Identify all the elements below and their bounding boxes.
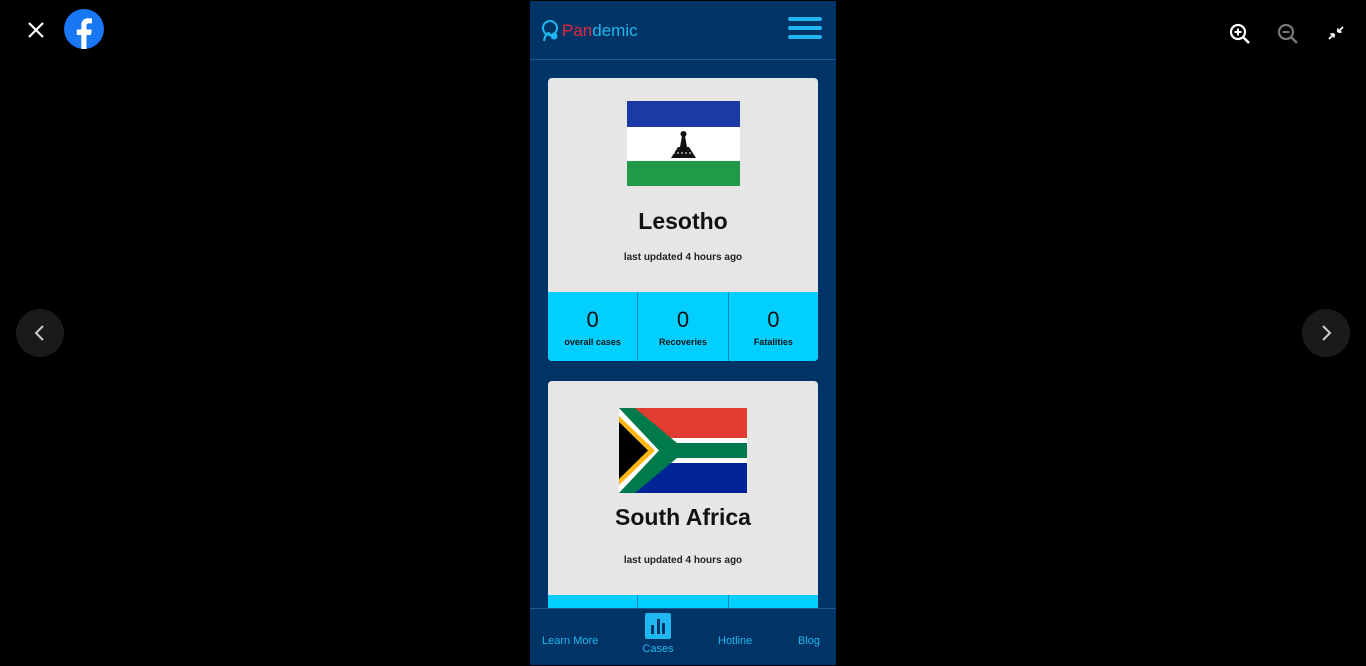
logo-text-demic: demic	[592, 21, 638, 40]
chevron-right-icon	[1322, 325, 1332, 341]
zoom-out-button[interactable]	[1268, 14, 1308, 54]
stat-overall-cases: 0 overall cases	[548, 292, 639, 361]
south-africa-flag-icon	[619, 408, 747, 493]
facebook-logo-icon	[64, 9, 104, 49]
stat-value: 0	[676, 306, 690, 332]
nav-learn-more[interactable]: Learn More	[542, 635, 598, 647]
zoom-out-icon	[1277, 23, 1298, 44]
virus-person-icon	[542, 20, 558, 42]
hamburger-menu-icon	[788, 17, 822, 21]
last-updated-text: last updated 4 hours ago	[623, 252, 743, 263]
next-button[interactable]	[1302, 309, 1350, 357]
exit-fullscreen-icon	[1328, 26, 1344, 40]
country-name: Lesotho	[638, 208, 728, 234]
country-name: South Africa	[615, 504, 751, 530]
stat-fatalities: 0 Fatalities	[729, 292, 818, 361]
last-updated-text: last updated 4 hours ago	[623, 555, 743, 566]
nav-hotline[interactable]: Hotline	[718, 635, 752, 647]
hamburger-line	[788, 35, 822, 39]
chevron-left-icon	[34, 325, 44, 341]
bottom-navigation: Learn More Cases Hotline Blog	[530, 608, 836, 665]
logo-text-pan: Pan	[562, 21, 593, 40]
nav-blog[interactable]: Blog	[798, 635, 820, 647]
nav-cases[interactable]: Cases	[638, 613, 678, 655]
exit-fullscreen-button[interactable]	[1316, 14, 1356, 54]
stat-value: 0	[586, 306, 599, 332]
stat-value: 0	[767, 306, 780, 332]
stat-label: overall cases	[564, 336, 621, 347]
app-header: Pan demic	[530, 1, 836, 60]
country-card-lesotho[interactable]: Lesotho last updated 4 hours ago 0 overa…	[548, 78, 818, 361]
zoom-in-icon	[1229, 23, 1250, 44]
stat-label: Recoveries	[658, 336, 708, 347]
zoom-in-button[interactable]	[1220, 14, 1260, 54]
bar-chart-icon	[645, 613, 671, 639]
hamburger-line	[788, 26, 822, 30]
previous-button[interactable]	[16, 309, 64, 357]
nav-cases-label: Cases	[642, 643, 674, 655]
hamburger-menu-button[interactable]	[788, 17, 822, 43]
close-icon	[28, 22, 44, 38]
lesotho-flag-icon	[627, 101, 740, 186]
stat-recoveries: 0 Recoveries	[638, 292, 729, 361]
stats-bar: 0 overall cases 0 Recoveries 0 Fatalitie…	[548, 292, 818, 361]
facebook-logo[interactable]	[64, 9, 104, 49]
country-card-south-africa[interactable]: South Africa last updated 4 hours ago	[548, 381, 818, 621]
close-button[interactable]	[16, 10, 56, 50]
stat-label: Fatalities	[753, 336, 793, 347]
pandemic-logo[interactable]: Pan demic	[541, 17, 638, 45]
app-screenshot: Pan demic Lesotho last updated 4 hours ag…	[530, 1, 836, 665]
